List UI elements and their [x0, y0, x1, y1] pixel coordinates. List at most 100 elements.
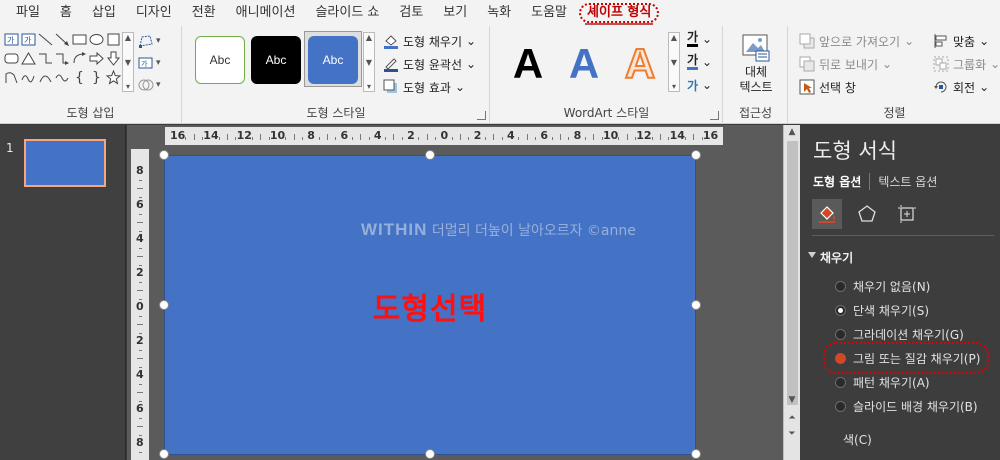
fill-option-no-fill[interactable]: 채우기 없음(N): [835, 277, 930, 295]
wordart-preset-3[interactable]: A: [613, 38, 667, 90]
bring-forward-button[interactable]: 앞으로 가져오기 ⌄: [799, 30, 914, 52]
fill-line-icon[interactable]: [812, 199, 842, 229]
tab-slideshow[interactable]: 슬라이드 쇼: [305, 0, 389, 26]
more-icon[interactable]: ▾: [367, 82, 371, 91]
wave-curve-icon[interactable]: [55, 70, 70, 85]
radio-button[interactable]: [835, 280, 846, 292]
shape-effects-button[interactable]: 도형 효과 ⌄: [383, 76, 465, 98]
shape-fill-button[interactable]: 도형 채우기 ⌄: [383, 30, 476, 52]
chevron-down-icon[interactable]: ▼: [125, 58, 131, 67]
effects-pentagon-icon[interactable]: [852, 199, 882, 229]
text-outline-button[interactable]: 가 ⌄: [687, 51, 712, 73]
tab-animations[interactable]: 애니메이션: [226, 0, 306, 26]
merge-shapes-button[interactable]: ▾: [138, 74, 178, 96]
draw-text-box-button[interactable]: 가 ▾: [138, 52, 178, 74]
line-icon[interactable]: [38, 32, 53, 47]
right-brace-icon[interactable]: }: [89, 70, 104, 86]
resize-handle-bottom[interactable]: [425, 449, 435, 459]
previous-slide-icon[interactable]: ⏶: [784, 411, 800, 425]
radio-button[interactable]: [835, 376, 846, 388]
text-box-icon[interactable]: 가: [4, 32, 19, 47]
radio-button-checked[interactable]: [835, 304, 846, 316]
shape-styles-launcher-icon[interactable]: [477, 111, 486, 120]
text-fill-button[interactable]: 가 ⌄: [687, 28, 712, 50]
radio-button-hover[interactable]: [835, 352, 846, 364]
left-brace-icon[interactable]: {: [72, 70, 87, 86]
more-icon[interactable]: ▾: [672, 82, 676, 91]
arc-icon[interactable]: [38, 70, 53, 85]
tab-home[interactable]: 홈: [50, 0, 82, 26]
rotate-button[interactable]: 회전 ⌄: [933, 76, 989, 98]
triangle-icon[interactable]: [21, 51, 36, 66]
shapes-gallery-scroll[interactable]: ▲ ▼ ▾: [122, 32, 134, 92]
tab-record[interactable]: 녹화: [477, 0, 521, 26]
scrollbar-thumb[interactable]: [787, 141, 798, 405]
resize-handle-right[interactable]: [691, 300, 701, 310]
resize-handle-left[interactable]: [159, 300, 169, 310]
tab-text-options[interactable]: 텍스트 옵션: [869, 173, 937, 190]
fill-option-slide-background-fill[interactable]: 슬라이드 배경 채우기(B): [835, 397, 978, 415]
tab-file[interactable]: 파일: [6, 0, 50, 26]
oval-icon[interactable]: [89, 32, 104, 47]
fill-option-solid-fill[interactable]: 단색 채우기(S): [835, 301, 929, 319]
fill-section-header[interactable]: 채우기: [807, 249, 853, 266]
tab-insert[interactable]: 삽입: [82, 0, 126, 26]
align-button[interactable]: 맞춤 ⌄: [933, 30, 989, 52]
chevron-down-icon[interactable]: ▼: [671, 58, 677, 67]
tab-help[interactable]: 도움말: [521, 0, 577, 26]
fill-option-pattern-fill[interactable]: 패턴 채우기(A): [835, 373, 930, 391]
resize-handle-bottom-left[interactable]: [159, 449, 169, 459]
wordart-scroll[interactable]: ▲ ▼ ▾: [668, 32, 680, 92]
more-icon[interactable]: ▾: [126, 82, 130, 91]
arrow-line-icon[interactable]: [55, 32, 70, 47]
edit-shape-button[interactable]: ▾: [138, 30, 178, 52]
rounded-rectangle-icon[interactable]: [4, 51, 19, 66]
shape-style-preset-3[interactable]: Abc: [308, 36, 358, 84]
chevron-up-icon[interactable]: ▲: [671, 33, 677, 42]
shape-styles-scroll[interactable]: ▲ ▼ ▾: [363, 32, 375, 92]
radio-button[interactable]: [835, 400, 846, 412]
more-shapes-up-icon[interactable]: [106, 32, 121, 47]
resize-handle-bottom-right[interactable]: [691, 449, 701, 459]
arrow-down-block-icon[interactable]: [106, 51, 121, 66]
vertical-text-box-icon[interactable]: 가: [21, 32, 36, 47]
tab-review[interactable]: 검토: [389, 0, 433, 26]
alt-text-button[interactable]: 대체 텍스트: [732, 32, 780, 95]
fill-option-picture-texture-fill[interactable]: 그림 또는 질감 채우기(P): [822, 342, 990, 374]
tab-design[interactable]: 디자인: [126, 0, 182, 26]
fill-option-gradient-fill[interactable]: 그라데이션 채우기(G): [835, 325, 964, 343]
group-button[interactable]: 그룹화 ⌄: [933, 53, 1000, 75]
tab-view[interactable]: 보기: [433, 0, 477, 26]
chevron-up-icon[interactable]: ▲: [125, 33, 131, 42]
editor-vertical-scrollbar[interactable]: ▲ ▼ ⏶ ⏷: [783, 125, 800, 460]
chevron-up-icon[interactable]: ▲: [366, 33, 372, 42]
scroll-up-icon[interactable]: ▲: [784, 125, 800, 139]
radio-button[interactable]: [835, 328, 846, 340]
wordart-launcher-icon[interactable]: [710, 111, 719, 120]
slide-thumbnail[interactable]: [24, 139, 106, 187]
next-slide-icon[interactable]: ⏷: [784, 427, 800, 441]
selection-pane-button[interactable]: 선택 창: [799, 76, 856, 98]
size-properties-icon[interactable]: [892, 199, 922, 229]
arrow-right-block-icon[interactable]: [89, 51, 104, 66]
elbow-arrow-icon[interactable]: [55, 51, 70, 66]
chevron-down-icon[interactable]: ▼: [366, 58, 372, 67]
text-effects-button[interactable]: 가 ⌄: [687, 74, 712, 96]
resize-handle-top-left[interactable]: [159, 150, 169, 160]
selected-rectangle-shape[interactable]: WITHIN 더멀리 더높이 날아오르자 ©anne 도형선택: [164, 155, 696, 455]
freeform-icon[interactable]: [4, 70, 19, 85]
shape-style-preset-1[interactable]: Abc: [195, 36, 245, 84]
rectangle-icon[interactable]: [72, 32, 87, 47]
star-icon[interactable]: [106, 70, 121, 85]
scribble-icon[interactable]: [21, 70, 36, 85]
shape-outline-button[interactable]: 도형 윤곽선 ⌄: [383, 53, 476, 75]
tab-transitions[interactable]: 전환: [182, 0, 226, 26]
elbow-connector-icon[interactable]: [38, 51, 53, 66]
shape-style-preset-2[interactable]: Abc: [251, 36, 301, 84]
tab-shape-options[interactable]: 도형 옵션: [813, 173, 861, 190]
resize-handle-top-right[interactable]: [691, 150, 701, 160]
scroll-down-icon[interactable]: ▼: [784, 393, 800, 407]
tab-shape-format[interactable]: 셰이프 형식: [577, 0, 661, 26]
wordart-preset-2[interactable]: A: [557, 38, 611, 90]
resize-handle-top[interactable]: [425, 150, 435, 160]
